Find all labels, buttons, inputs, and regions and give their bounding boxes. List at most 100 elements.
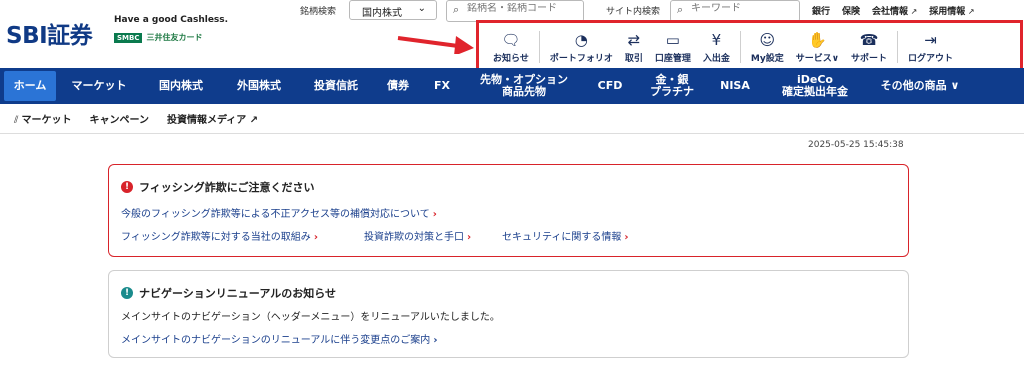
icon-nav-highlight: 🗨 お知らせ ◔ ポートフォリオ ⇄ 取引 ▭ 口座管理 ¥ 入出金 ☺ My設… [476,20,1023,74]
link-security-info[interactable]: セキュリティに関する情報 › [502,228,629,243]
nav-notifications[interactable]: 🗨 お知らせ [487,26,535,68]
link-compensation[interactable]: 今般のフィッシング詐欺等による不正アクセス等の補償対応について › [121,205,437,220]
phishing-notice: ! フィッシング詐欺にご注意ください 今般のフィッシング詐欺等による不正アクセス… [108,164,909,257]
link-bank[interactable]: 銀行 [812,4,830,17]
alert-icon: ! [121,181,133,193]
nav-trade[interactable]: ⇄ 取引 [619,26,649,68]
tab-home[interactable]: ホーム [4,71,56,101]
nav-label: My設定 [750,53,784,64]
link-fraud-measures[interactable]: 投資詐欺の対策と手口 › [364,228,471,243]
card-icon: ▭ [665,30,680,49]
link-text: フィッシング詐欺等に対する当社の取組み [121,232,311,243]
annotation-arrow [397,36,474,54]
tab-bonds[interactable]: 債券 [374,71,422,101]
notice-title-text: ナビゲーションリニューアルのお知らせ [139,287,337,300]
nav-label: サポート [851,53,888,64]
timestamp: 2025-05-25 15:45:38 [808,140,904,150]
smbc-text: 三井住友カード [146,33,203,42]
tab-label: CFD [597,79,623,92]
nav-portfolio[interactable]: ◔ ポートフォリオ [544,26,619,68]
notice-body: メインサイトのナビゲーション（ヘッダーメニュー）をリニューアルいたしました。 [121,312,500,323]
nav-label: サービス∨ [795,53,840,64]
chevron-right-icon: › [432,209,437,220]
link-recruit[interactable]: 採用情報 [929,4,974,17]
market-select[interactable]: 国内株式 ⌄ [349,0,437,20]
tab-foreign-stocks[interactable]: 外国株式 [220,71,298,101]
message-icon: 🗨 [501,30,521,49]
exchange-icon: ⇄ [627,30,641,49]
link-company-info[interactable]: 会社情報 [872,4,917,17]
stock-search-label: 銘柄検索 [300,7,337,17]
nav-deposit[interactable]: ¥ 入出金 [697,26,736,68]
link-insurance[interactable]: 保険 [842,4,860,17]
smbc-logo: SMBC 三井住友カード [114,32,202,43]
nav-logout[interactable]: ⇥ ログアウト [902,26,959,68]
tab-cfd[interactable]: CFD [586,71,634,101]
sbi-logo[interactable]: SBI証券 [6,16,93,50]
nav-label: 入出金 [702,53,730,64]
chevron-right-icon: › [313,232,318,243]
sub-nav-label: マーケット [21,115,72,126]
stock-search-input[interactable] [467,3,577,14]
nav-label: ログアウト [908,53,954,64]
nav-services[interactable]: ✋ サービス∨ [790,26,845,68]
link-initiatives[interactable]: フィッシング詐欺等に対する当社の取組み › [121,228,318,243]
top-links: 銀行 保険 会社情報 採用情報 [812,4,975,17]
tab-gold-silver[interactable]: 金・銀 プラチナ [634,71,710,101]
sub-nav-campaign[interactable]: キャンペーン [89,111,149,126]
tab-domestic-stocks[interactable]: 国内株式 [142,71,220,101]
info-icon: ! [121,287,133,299]
link-text: 今般のフィッシング詐欺等による不正アクセス等の補償対応について [121,209,430,220]
tab-ideco[interactable]: iDeCo 確定拠出年金 [760,71,870,101]
line-chart-icon: ⫽ [14,115,19,126]
logout-icon: ⇥ [924,30,937,49]
tab-label: その他の商品 ∨ [880,79,960,92]
chevron-right-icon: › [467,232,472,243]
tab-label: 確定拠出年金 [782,85,848,98]
nav-label: ポートフォリオ [549,53,613,64]
chevron-right-icon: › [433,335,438,346]
tab-label: FX [434,79,450,92]
tab-market[interactable]: マーケット [56,71,142,101]
site-search-input[interactable] [691,3,801,14]
tab-fx[interactable]: FX [422,71,462,101]
headset-icon: ☎ [859,30,879,49]
site-search-box[interactable]: ⌕ [670,0,801,22]
link-text: 投資詐欺の対策と手口 [364,232,464,243]
sub-nav-market[interactable]: ⫽ マーケット [14,111,71,126]
nav-label: 口座管理 [654,53,691,64]
main-nav: ホーム マーケット 国内株式 外国株式 投資信託 債券 FX 先物・オプション … [0,68,1024,104]
notice-title: ! ナビゲーションリニューアルのお知らせ [121,285,336,301]
link-renewal-changes[interactable]: メインサイトのナビゲーションのリニューアルに伴う変更点のご案内 › [121,331,437,346]
link-text: セキュリティに関する情報 [502,232,622,243]
pie-chart-icon: ◔ [574,30,588,49]
notice-title-text: フィッシング詐欺にご注意ください [139,181,315,194]
chevron-right-icon: › [624,232,629,243]
navigation-renewal-notice: ! ナビゲーションリニューアルのお知らせ メインサイトのナビゲーション（ヘッダー… [108,270,909,358]
divider [739,31,741,63]
sub-nav: ⫽ マーケット キャンペーン 投資情報メディア ↗ [0,104,1024,134]
chevron-down-icon: ⌄ [417,3,426,14]
tab-nisa[interactable]: NISA [710,71,760,101]
stock-search-box[interactable]: ⌕ [446,0,584,22]
hand-coins-icon: ✋ [808,30,827,49]
tab-label: 投資信託 [314,79,358,92]
market-select-value: 国内株式 [362,8,402,19]
divider [897,31,899,63]
notice-title: ! フィッシング詐欺にご注意ください [121,179,315,195]
smbc-badge: SMBC [114,32,143,43]
tab-other-products[interactable]: その他の商品 ∨ [870,71,970,101]
tab-investment-trust[interactable]: 投資信託 [298,71,374,101]
divider [538,31,540,63]
nav-my-settings[interactable]: ☺ My設定 [745,26,790,68]
nav-account[interactable]: ▭ 口座管理 [649,26,697,68]
nav-label: 取引 [624,53,643,64]
sub-nav-media[interactable]: 投資情報メディア ↗ [167,111,258,126]
tab-futures-options[interactable]: 先物・オプション 商品先物 [462,71,586,101]
nav-label: お知らせ [493,53,529,64]
tab-label: 商品先物 [502,85,546,98]
tab-label: 債券 [387,79,409,92]
tab-label: ホーム [13,79,47,92]
nav-support[interactable]: ☎ サポート [845,26,893,68]
tab-label: マーケット [71,79,127,92]
